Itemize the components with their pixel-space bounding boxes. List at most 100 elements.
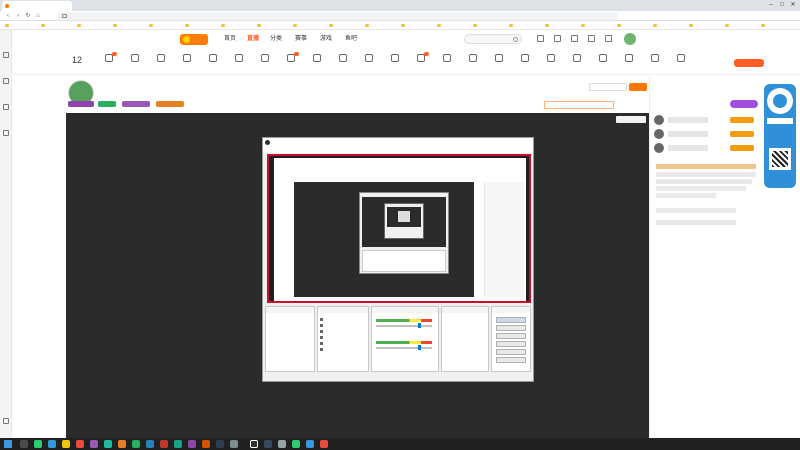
back-button[interactable]: ‹: [4, 12, 12, 20]
start-button[interactable]: [4, 440, 12, 448]
message-icon[interactable]: [571, 35, 578, 42]
sidebar-home-icon[interactable]: [3, 52, 9, 58]
virtual-camera-button[interactable]: [496, 333, 526, 339]
start-recording-button[interactable]: [496, 325, 526, 331]
rank-tabs[interactable]: [654, 82, 758, 90]
taskbar-app-icon[interactable]: [216, 440, 224, 448]
bookmark-item[interactable]: [220, 22, 250, 29]
nav-live[interactable]: 直播: [247, 35, 259, 43]
home-button[interactable]: ⌂: [34, 12, 42, 20]
toolbar-item[interactable]: [670, 54, 692, 72]
toolbar-item[interactable]: [254, 54, 276, 72]
bookmark-item[interactable]: [184, 22, 214, 29]
taskbar-app-icon[interactable]: [76, 440, 84, 448]
rank-row[interactable]: [654, 114, 758, 126]
room-tag[interactable]: [98, 101, 116, 107]
hour-rank[interactable]: [544, 101, 614, 109]
volume-knob[interactable]: [418, 323, 421, 328]
taskbar-app-icon[interactable]: [174, 440, 182, 448]
bookmark-item[interactable]: [76, 22, 106, 29]
toolbar-item[interactable]: [644, 54, 666, 72]
taskbar-app-icon[interactable]: [230, 440, 238, 448]
browser-tab-active[interactable]: [2, 1, 72, 11]
bookmark-item[interactable]: [616, 22, 646, 29]
nav-category[interactable]: 分类: [270, 35, 282, 43]
bookmark-item[interactable]: [400, 22, 430, 29]
bookmark-item[interactable]: [112, 22, 142, 29]
sources-dock[interactable]: [317, 306, 369, 372]
toolbar-item[interactable]: [150, 54, 172, 72]
minimize-button[interactable]: –: [766, 1, 776, 10]
sidebar-settings-icon[interactable]: [3, 418, 9, 424]
toolbar-item[interactable]: [410, 52, 432, 72]
rank-row[interactable]: [654, 128, 758, 140]
bookmark-item[interactable]: [652, 22, 682, 29]
bookmark-item[interactable]: [436, 22, 466, 29]
follow-button[interactable]: [629, 83, 647, 91]
history-icon[interactable]: [537, 35, 544, 42]
sidebar-game-icon[interactable]: [3, 130, 9, 136]
volume-slider[interactable]: [376, 325, 432, 327]
scenes-dock[interactable]: [265, 306, 315, 372]
bookmark-item[interactable]: [580, 22, 610, 29]
source-item[interactable]: [320, 317, 366, 322]
toolbar-item[interactable]: [384, 54, 406, 72]
room-tag[interactable]: [68, 101, 94, 107]
taskbar-app-icon[interactable]: [292, 440, 300, 448]
bookmark-item[interactable]: [760, 22, 790, 29]
taskbar-app-icon[interactable]: [160, 440, 168, 448]
taskbar-app-icon[interactable]: [320, 440, 328, 448]
sidebar-category-icon[interactable]: [3, 104, 9, 110]
follow-icon[interactable]: [554, 35, 561, 42]
toolbar-item[interactable]: [98, 52, 120, 72]
toolbar-item[interactable]: [592, 54, 614, 72]
maximize-button[interactable]: □: [777, 1, 787, 10]
download-icon[interactable]: [588, 35, 595, 42]
bookmark-item[interactable]: [148, 22, 178, 29]
taskbar-app-icon[interactable]: [202, 440, 210, 448]
toolbar-item[interactable]: [566, 54, 588, 72]
rank-row[interactable]: [654, 142, 758, 154]
broadcast-icon[interactable]: [605, 35, 612, 42]
taskbar-app-icon[interactable]: [132, 440, 140, 448]
volume-knob[interactable]: [418, 345, 421, 350]
bookmark-item[interactable]: [328, 22, 358, 29]
player-corner-button[interactable]: [616, 116, 646, 123]
close-window-button[interactable]: ✕: [788, 1, 798, 10]
toolbar-item[interactable]: [436, 54, 458, 72]
toolbar-item[interactable]: [332, 54, 354, 72]
room-tag[interactable]: [122, 101, 150, 107]
bookmark-item[interactable]: [40, 22, 70, 29]
source-item[interactable]: [320, 347, 366, 352]
bookmark-item[interactable]: [4, 22, 34, 29]
bookmark-item[interactable]: [508, 22, 538, 29]
bookmark-item[interactable]: [292, 22, 322, 29]
nav-home[interactable]: 首页: [224, 35, 236, 43]
taskbar-app-icon[interactable]: [90, 440, 98, 448]
source-item[interactable]: [320, 323, 366, 328]
taskbar-app-icon[interactable]: [264, 440, 272, 448]
url-field[interactable]: [58, 12, 618, 20]
pc-client-button[interactable]: [734, 59, 764, 67]
obs-menu-bar[interactable]: [263, 147, 533, 153]
source-item[interactable]: [320, 329, 366, 334]
sidebar-follow-icon[interactable]: [3, 78, 9, 84]
site-logo[interactable]: [180, 34, 208, 45]
toolbar-item[interactable]: [124, 54, 146, 72]
bookmark-item[interactable]: [688, 22, 718, 29]
room-tag[interactable]: [156, 101, 184, 107]
taskbar-app-icon[interactable]: [306, 440, 314, 448]
toolbar-item[interactable]: [358, 54, 380, 72]
settings-button[interactable]: [496, 349, 526, 355]
taskbar-app-icon[interactable]: [104, 440, 112, 448]
taskbar-app-icon[interactable]: [188, 440, 196, 448]
bookmark-item[interactable]: [364, 22, 394, 29]
volume-slider[interactable]: [376, 347, 432, 349]
toolbar-item[interactable]: [514, 54, 536, 72]
nav-yuba[interactable]: 鱼吧: [345, 35, 357, 43]
bookmark-item[interactable]: [256, 22, 286, 29]
taskbar-app-icon[interactable]: [20, 440, 28, 448]
search-input[interactable]: [464, 34, 522, 44]
toolbar-item[interactable]: [462, 54, 484, 72]
toolbar-item[interactable]: [306, 54, 328, 72]
